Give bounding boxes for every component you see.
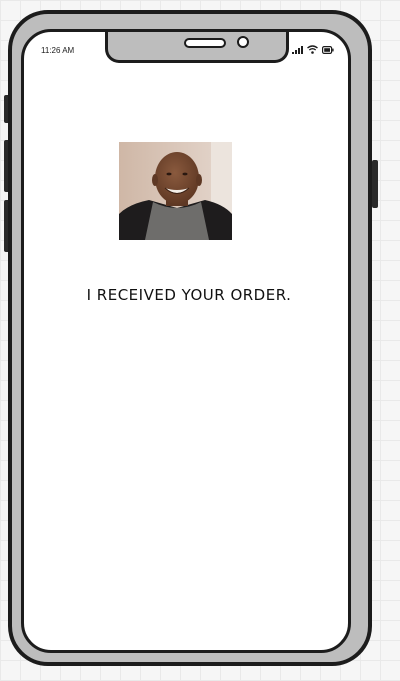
status-bar-time: 11:26 AM <box>41 46 75 55</box>
phone-frame: 11:26 AM I RECEIVED YOUR ORDER. <box>8 10 372 666</box>
status-bar-icons <box>292 45 334 54</box>
battery-icon <box>322 46 334 54</box>
wifi-icon <box>307 45 318 54</box>
person-photo-icon <box>119 142 232 240</box>
phone-notch <box>105 32 289 63</box>
profile-photo <box>119 142 232 240</box>
front-camera-icon <box>237 36 249 48</box>
speaker-grille <box>184 38 226 48</box>
phone-screen: 11:26 AM I RECEIVED YOUR ORDER. <box>21 29 351 653</box>
power-button <box>372 160 378 208</box>
cellular-signal-icon <box>292 46 303 54</box>
order-received-message: I RECEIVED YOUR ORDER. <box>86 286 292 304</box>
